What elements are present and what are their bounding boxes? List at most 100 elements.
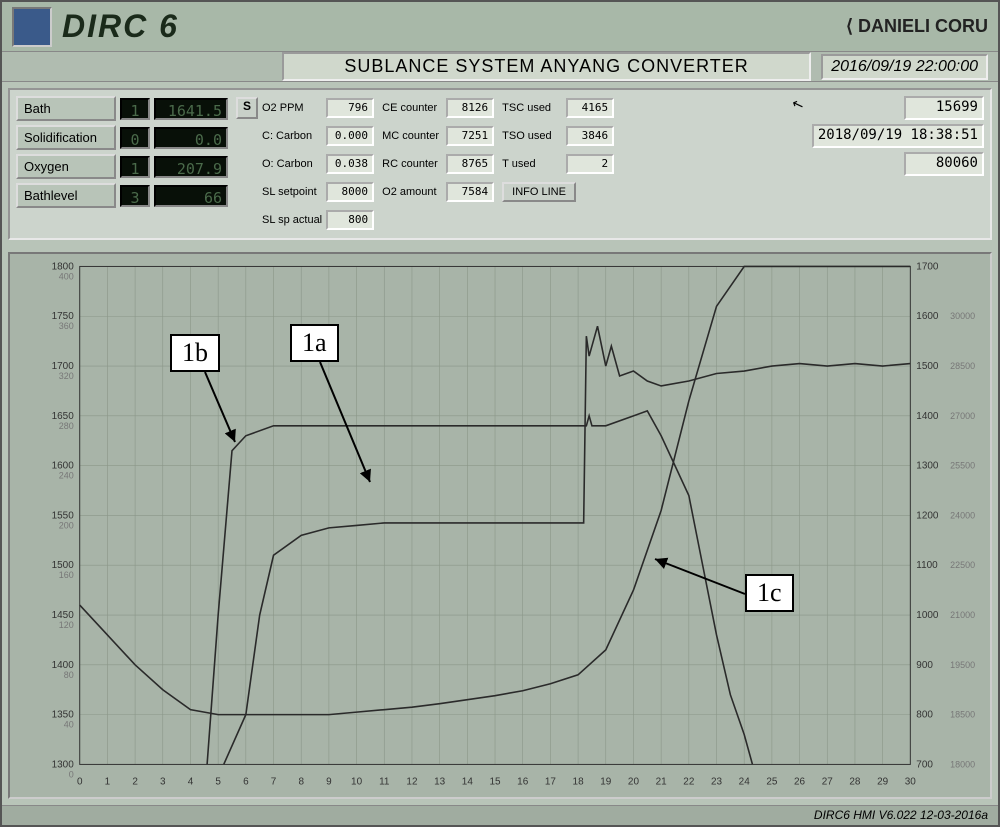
svg-text:1200: 1200 [916,511,939,522]
svg-text:0: 0 [77,777,83,788]
annot-1c: 1c [745,574,794,612]
brand-label: ⟨ DANIELI CORU [846,16,988,37]
svg-text:320: 320 [59,371,74,381]
svg-text:2: 2 [132,777,138,788]
cecounter-label: CE counter [382,102,442,114]
slsetpoint-value: 8000 [326,182,374,202]
svg-text:240: 240 [59,471,74,481]
svg-text:3: 3 [160,777,166,788]
svg-text:19: 19 [600,777,612,788]
app-icon [12,7,52,47]
svg-text:1: 1 [105,777,111,788]
info-line-button[interactable]: INFO LINE [502,182,576,202]
chart-area: 0123456789101112131415161718192021222324… [8,252,992,799]
arrow-1b [195,372,255,462]
solidification-label[interactable]: Solidification [16,125,116,150]
svg-text:25500: 25500 [950,461,975,471]
annot-1a: 1a [290,324,339,362]
svg-text:360: 360 [59,321,74,331]
tscused-value: 4165 [566,98,614,118]
svg-text:27000: 27000 [950,411,975,421]
bathlevel-value: 66 [154,185,228,207]
o2amount-label: O2 amount [382,186,442,198]
svg-text:10: 10 [351,777,363,788]
cecounter-value: 8126 [446,98,494,118]
slspactual-value: 800 [326,210,374,230]
tsoused-label: TSO used [502,130,562,142]
ocarbon-value: 0.038 [326,154,374,174]
svg-text:200: 200 [59,521,74,531]
svg-text:120: 120 [59,620,74,630]
svg-text:18000: 18000 [950,760,975,770]
svg-text:21000: 21000 [950,610,975,620]
bathlevel-idx: 3 [120,185,150,207]
cursor-icon: ↖ [789,95,806,115]
svg-text:280: 280 [59,421,74,431]
svg-text:24: 24 [739,777,751,788]
svg-text:4: 4 [188,777,194,788]
svg-text:900: 900 [916,660,933,671]
svg-text:6: 6 [243,777,249,788]
svg-text:14: 14 [462,777,474,788]
slspactual-label: SL sp actual [262,214,322,226]
bath-label[interactable]: Bath [16,96,116,121]
row-solidification: Solidification 0 0.0 [16,125,228,150]
row-bathlevel: Bathlevel 3 66 [16,183,228,208]
mccounter-value: 7251 [446,126,494,146]
tused-label: T used [502,158,562,170]
solidification-value: 0.0 [154,127,228,149]
svg-text:0: 0 [69,770,74,780]
ccarbon-value: 0.000 [326,126,374,146]
svg-text:22500: 22500 [950,561,975,571]
svg-text:800: 800 [916,710,933,721]
svg-text:7: 7 [271,777,277,788]
slsetpoint-label: SL setpoint [262,186,322,198]
bathlevel-label[interactable]: Bathlevel [16,183,116,208]
svg-text:17: 17 [545,777,557,788]
arrow-1a [310,362,390,502]
oxygen-value: 207.9 [154,156,228,178]
svg-text:18500: 18500 [950,710,975,720]
svg-text:80: 80 [64,670,74,680]
svg-text:30000: 30000 [950,312,975,322]
bottom-id-value: 80060 [904,152,984,176]
row-oxygen: Oxygen 1 207.9 [16,154,228,179]
top-id-value: 15699 [904,96,984,120]
svg-text:21: 21 [656,777,668,788]
svg-text:28: 28 [849,777,861,788]
rccounter-label: RC counter [382,158,442,170]
svg-text:8: 8 [298,777,304,788]
svg-text:160: 160 [59,570,74,580]
svg-text:700: 700 [916,760,933,771]
svg-text:1700: 1700 [916,262,939,273]
svg-text:24000: 24000 [950,511,975,521]
data-panel: Bath 1 1641.5 Solidification 0 0.0 Oxyge… [8,88,992,240]
app-title: DIRC 6 [62,8,179,45]
svg-text:16: 16 [517,777,529,788]
left-readouts: Bath 1 1641.5 Solidification 0 0.0 Oxyge… [16,96,228,232]
svg-text:28500: 28500 [950,361,975,371]
svg-text:30: 30 [905,777,917,788]
svg-text:25: 25 [766,777,778,788]
mccounter-label: MC counter [382,130,442,142]
annot-1b: 1b [170,334,220,372]
svg-text:1500: 1500 [916,361,939,372]
svg-text:12: 12 [406,777,418,788]
tsoused-value: 3846 [566,126,614,146]
svg-text:18: 18 [573,777,585,788]
o2ppm-value: 796 [326,98,374,118]
s-button[interactable]: S [236,97,258,119]
svg-text:40: 40 [64,720,74,730]
mid-col-1: S O2 PPM 796 C: Carbon 0.000 O: Carbon 0… [236,96,374,232]
svg-text:22: 22 [683,777,695,788]
header-datetime: 2016/09/19 22:00:00 [821,54,988,80]
footer-version: DIRC6 HMI V6.022 12-03-2016a [2,805,998,825]
titlebar: DIRC 6 ⟨ DANIELI CORU [2,2,998,52]
oxygen-label[interactable]: Oxygen [16,154,116,179]
rccounter-value: 8765 [446,154,494,174]
right-col: ↖ 15699 2018/09/19 18:38:51 80060 [812,96,984,232]
ocarbon-label: O: Carbon [262,158,322,170]
ccarbon-label: C: Carbon [262,130,322,142]
mid-col-2: CE counter 8126 MC counter 7251 RC counter… [382,96,494,232]
o2ppm-label: O2 PPM [262,102,322,114]
